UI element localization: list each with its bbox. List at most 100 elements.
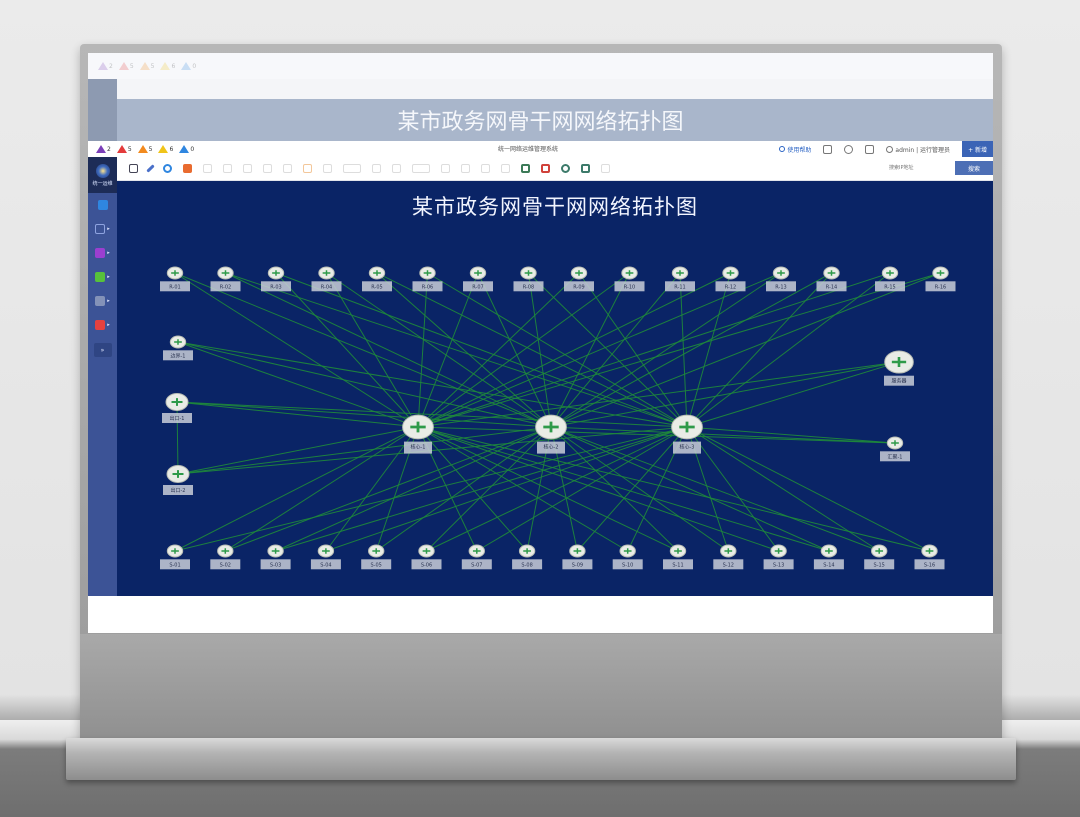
router-node[interactable]: S-14 xyxy=(813,544,844,570)
router-node[interactable]: S-10 xyxy=(612,544,643,570)
router-node[interactable]: 核心-1 xyxy=(402,414,434,454)
sidebar-item-4[interactable]: ▸ xyxy=(88,265,117,289)
search-input[interactable] xyxy=(889,161,949,175)
router-node[interactable]: S-06 xyxy=(411,544,442,570)
router-node[interactable]: 核心-3 xyxy=(671,414,703,454)
ungroup-icon[interactable] xyxy=(412,164,430,173)
alert-minor[interactable]: 5 xyxy=(137,145,152,153)
router-node[interactable]: S-13 xyxy=(763,544,794,570)
router-node[interactable]: S-09 xyxy=(562,544,593,570)
collapse-button[interactable]: » xyxy=(93,343,112,357)
alert-warning[interactable]: 6 xyxy=(158,145,173,153)
router-node[interactable]: S-05 xyxy=(361,544,392,570)
group-icon[interactable] xyxy=(392,164,401,173)
router-node[interactable]: R-05 xyxy=(362,266,392,292)
network-link[interactable] xyxy=(417,426,628,552)
network-link[interactable] xyxy=(528,272,688,428)
sidebar-item-6[interactable]: ▸ xyxy=(88,313,117,337)
panel-icon[interactable] xyxy=(521,164,530,173)
clip-icon[interactable] xyxy=(541,164,550,173)
router-node[interactable]: S-15 xyxy=(864,544,895,570)
network-link[interactable] xyxy=(476,426,688,552)
filter-icon[interactable] xyxy=(481,164,490,173)
info-icon[interactable] xyxy=(844,144,854,154)
router-node[interactable]: R-10 xyxy=(614,266,645,292)
layout-icon[interactable] xyxy=(129,164,138,173)
lock-icon[interactable] xyxy=(183,164,192,173)
link-icon[interactable] xyxy=(163,164,172,173)
network-link[interactable] xyxy=(417,272,941,428)
network-link[interactable] xyxy=(176,401,179,475)
network-link[interactable] xyxy=(174,272,552,428)
router-node[interactable]: R-07 xyxy=(463,266,493,292)
network-link[interactable] xyxy=(275,272,688,428)
export-icon[interactable] xyxy=(343,164,361,173)
router-node[interactable]: R-04 xyxy=(311,266,342,292)
router-node[interactable]: R-16 xyxy=(925,266,956,292)
router-node[interactable]: R-15 xyxy=(875,266,905,292)
network-link[interactable] xyxy=(417,272,580,428)
network-link[interactable] xyxy=(225,426,552,552)
sidebar-item-1[interactable] xyxy=(88,193,117,217)
network-link[interactable] xyxy=(326,272,419,428)
fit-icon[interactable] xyxy=(243,164,252,173)
alert-major[interactable]: 5 xyxy=(116,145,132,153)
router-node[interactable]: 服务器 xyxy=(884,350,914,386)
router-node[interactable]: R-03 xyxy=(261,266,291,292)
topology-graph[interactable]: R-01 R-02 R-03 R-04 R-05 R-06 R-07 R-08 R-09 R-10… xyxy=(117,181,993,596)
alert-minor[interactable]: 5 xyxy=(139,62,154,70)
zoom-in-icon[interactable] xyxy=(203,164,212,173)
router-node[interactable]: 核心-2 xyxy=(535,414,567,454)
router-node[interactable]: S-04 xyxy=(310,544,341,570)
network-link[interactable] xyxy=(550,272,681,428)
router-node[interactable]: S-07 xyxy=(461,544,492,570)
router-node[interactable]: S-08 xyxy=(512,544,543,570)
message-icon[interactable] xyxy=(823,144,833,154)
router-node[interactable]: S-12 xyxy=(713,544,744,570)
router-node[interactable]: R-11 xyxy=(665,266,695,292)
router-node[interactable]: S-03 xyxy=(260,544,291,570)
refresh-icon[interactable] xyxy=(441,164,450,173)
network-link[interactable] xyxy=(550,361,900,428)
alert-major[interactable]: 5 xyxy=(118,62,134,70)
help-link[interactable]: 使用帮助 xyxy=(779,145,811,154)
alert-warning[interactable]: 6 xyxy=(160,62,175,70)
router-node[interactable]: 边界-1 xyxy=(163,335,193,361)
align-icon[interactable] xyxy=(372,164,381,173)
router-node[interactable]: S-02 xyxy=(210,544,241,570)
zoom-out-icon[interactable] xyxy=(223,164,232,173)
globe-icon[interactable] xyxy=(561,164,570,173)
topology-canvas[interactable]: 某市政务网骨干网网络拓扑图 R-01 R-02 R-03 R-04 R-05 R-06 R-… xyxy=(117,181,993,596)
sidebar-item-5[interactable]: ▸ xyxy=(88,289,117,313)
pen-icon[interactable] xyxy=(146,164,155,173)
router-node[interactable]: 出口-2 xyxy=(163,465,193,496)
router-node[interactable]: R-09 xyxy=(564,266,594,292)
search-button[interactable]: 搜索 xyxy=(955,161,993,175)
router-node[interactable]: R-02 xyxy=(210,266,241,292)
text-icon[interactable] xyxy=(283,164,292,173)
image-icon[interactable] xyxy=(323,164,332,173)
network-link[interactable] xyxy=(578,272,688,428)
add-button[interactable]: + 新增 xyxy=(962,141,993,157)
screen-icon[interactable] xyxy=(581,164,590,173)
alert-critical[interactable]: 2 xyxy=(98,62,113,70)
network-link[interactable] xyxy=(686,361,900,428)
network-link[interactable] xyxy=(427,272,688,428)
layers-icon[interactable] xyxy=(501,164,510,173)
warning-icon[interactable] xyxy=(303,164,312,173)
router-node[interactable]: 出口-1 xyxy=(162,393,192,424)
grid-toggle-icon[interactable] xyxy=(461,164,470,173)
sidebar-item-2[interactable]: ▸ xyxy=(88,217,117,241)
network-link[interactable] xyxy=(550,426,679,552)
chat-icon[interactable] xyxy=(865,144,875,154)
router-node[interactable]: R-12 xyxy=(715,266,746,292)
network-link[interactable] xyxy=(550,272,832,428)
network-link[interactable] xyxy=(225,272,552,428)
sidebar-item-3[interactable]: ▸ xyxy=(88,241,117,265)
router-node[interactable]: S-11 xyxy=(663,544,693,570)
alert-critical[interactable]: 2 xyxy=(96,145,111,153)
alert-info[interactable]: 0 xyxy=(181,62,196,70)
network-link[interactable] xyxy=(326,272,552,428)
save-icon[interactable] xyxy=(263,164,272,173)
alert-info[interactable]: 0 xyxy=(179,145,194,153)
